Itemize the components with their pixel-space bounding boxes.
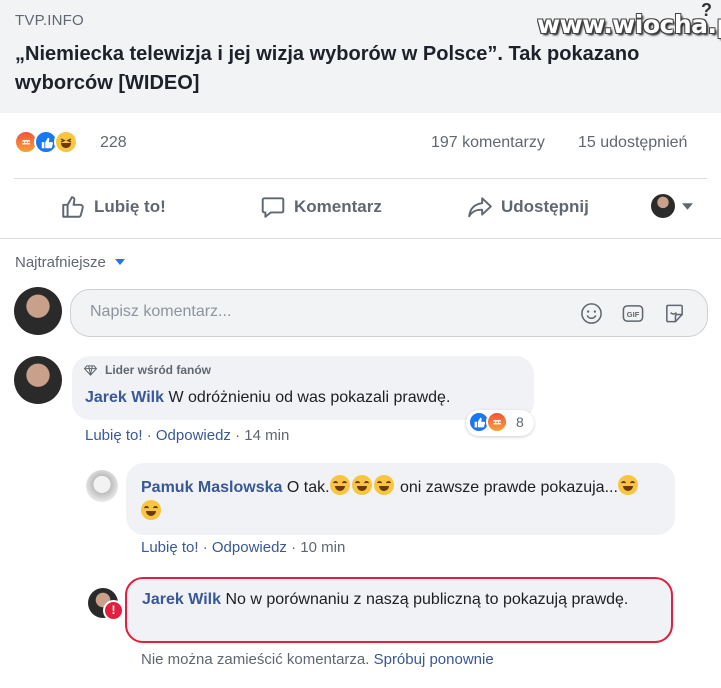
share-button-label: Udostępnij xyxy=(501,197,589,216)
reaction-summary[interactable]: ≖ 228 xyxy=(14,130,144,156)
composer-avatar xyxy=(14,287,62,335)
comment-like-link[interactable]: Lubię to! xyxy=(85,427,143,444)
comment-count[interactable]: 197 komentarzy xyxy=(431,134,545,152)
sort-dropdown[interactable]: Najtrafniejsze xyxy=(15,254,126,271)
link-title[interactable]: „Niemiecka telewizja i jej wizja wyborów… xyxy=(15,40,655,98)
thumbs-up-icon xyxy=(62,196,84,218)
share-count[interactable]: 15 udostępnień xyxy=(578,134,687,152)
reply-body-start: O tak. xyxy=(286,479,330,496)
caret-down-icon xyxy=(682,203,693,210)
sticker-icon[interactable] xyxy=(663,302,686,325)
link-source: TVP.INFO xyxy=(15,12,84,29)
comment-body: W odróżnieniu od was pokazali prawdę. xyxy=(168,389,451,406)
commenter-avatar[interactable] xyxy=(14,356,62,404)
comment-reactions[interactable]: ≖ 8 xyxy=(466,410,534,436)
share-arrow-icon xyxy=(468,197,492,218)
comment-button[interactable]: Komentarz xyxy=(260,194,382,220)
reply-reply-link[interactable]: Odpowiedz xyxy=(212,539,287,556)
rolling-laughing-emoji-icon xyxy=(373,475,394,495)
laughing-tears-emoji-icon xyxy=(141,500,161,520)
like-button-label: Lubię to! xyxy=(94,197,166,216)
reaction-count: 228 xyxy=(100,134,127,151)
comment-input[interactable]: Napisz komentarz... GIF xyxy=(70,289,708,337)
comment-time[interactable]: 14 min xyxy=(244,427,289,444)
reply-text: Pamuk Maslowska O tak. oni zawsze prawde… xyxy=(141,475,661,525)
svg-text:GIF: GIF xyxy=(627,310,640,319)
failed-reply-author[interactable]: Jarek Wilk xyxy=(142,591,221,608)
failed-reply-text: Jarek Wilk No w porównaniu z naszą publi… xyxy=(142,588,662,612)
reply-bubble: Pamuk Maslowska O tak. oni zawsze prawde… xyxy=(126,463,675,535)
divider-bottom xyxy=(0,238,721,239)
like-button[interactable]: Lubię to! xyxy=(60,194,166,220)
gif-icon[interactable]: GIF xyxy=(621,302,645,325)
haha-reaction-icon xyxy=(54,130,78,154)
laughing-tears-emoji-icon xyxy=(351,475,372,495)
comment-reaction-count: 8 xyxy=(516,414,524,430)
reply-meta: Lubię to! · Odpowiedz · 10 min xyxy=(141,539,346,556)
watermark: www.wiocha.pl xyxy=(537,10,721,39)
post-error-message: Nie można zamieścić komentarza. Spróbuj … xyxy=(141,651,494,668)
laughing-tears-emoji-icon xyxy=(617,475,638,495)
comment-author[interactable]: Jarek Wilk xyxy=(85,389,164,406)
comment-reply-link[interactable]: Odpowiedz xyxy=(156,427,231,444)
comment-input-placeholder: Napisz komentarz... xyxy=(90,303,232,320)
caret-down-icon xyxy=(115,259,126,265)
comment-meta: Lubię to! · Odpowiedz · 14 min xyxy=(85,427,290,444)
angry-reaction-icon: ≖ xyxy=(486,411,508,433)
retry-link[interactable]: Spróbuj ponownie xyxy=(374,651,494,668)
reply-body-end: oni zawsze prawde pokazuja... xyxy=(400,479,618,496)
emoji-icon[interactable] xyxy=(580,302,603,325)
comment-button-label: Komentarz xyxy=(294,197,382,216)
comment-text: Jarek Wilk W odróżnieniu od was pokazali… xyxy=(85,386,450,410)
failed-reply-bubble: Jarek Wilk No w porównaniu z naszą publi… xyxy=(125,577,673,643)
reply-avatar[interactable] xyxy=(86,470,118,502)
share-button[interactable]: Udostępnij xyxy=(467,194,589,220)
user-avatar xyxy=(651,194,675,218)
diamond-badge-icon xyxy=(84,365,97,376)
error-text: Nie można zamieścić komentarza. xyxy=(141,651,370,668)
reply-time[interactable]: 10 min xyxy=(300,539,345,556)
post-as-selector[interactable] xyxy=(651,194,697,220)
reply-like-link[interactable]: Lubię to! xyxy=(141,539,199,556)
failed-reply-body: No w porównaniu z naszą publiczną to pok… xyxy=(225,591,629,608)
reply-author[interactable]: Pamuk Maslowska xyxy=(141,479,282,496)
sort-label: Najtrafniejsze xyxy=(15,254,106,271)
laughing-tears-emoji-icon xyxy=(329,475,350,495)
corner-mark: ? xyxy=(701,0,712,20)
comment-bubble: Lider wśród fanów Jarek Wilk W odróżnien… xyxy=(72,356,534,420)
error-badge-icon: ! xyxy=(103,600,124,621)
fan-badge-label: Lider wśród fanów xyxy=(105,363,212,377)
speech-bubble-icon xyxy=(261,197,285,218)
divider-top xyxy=(14,178,707,179)
